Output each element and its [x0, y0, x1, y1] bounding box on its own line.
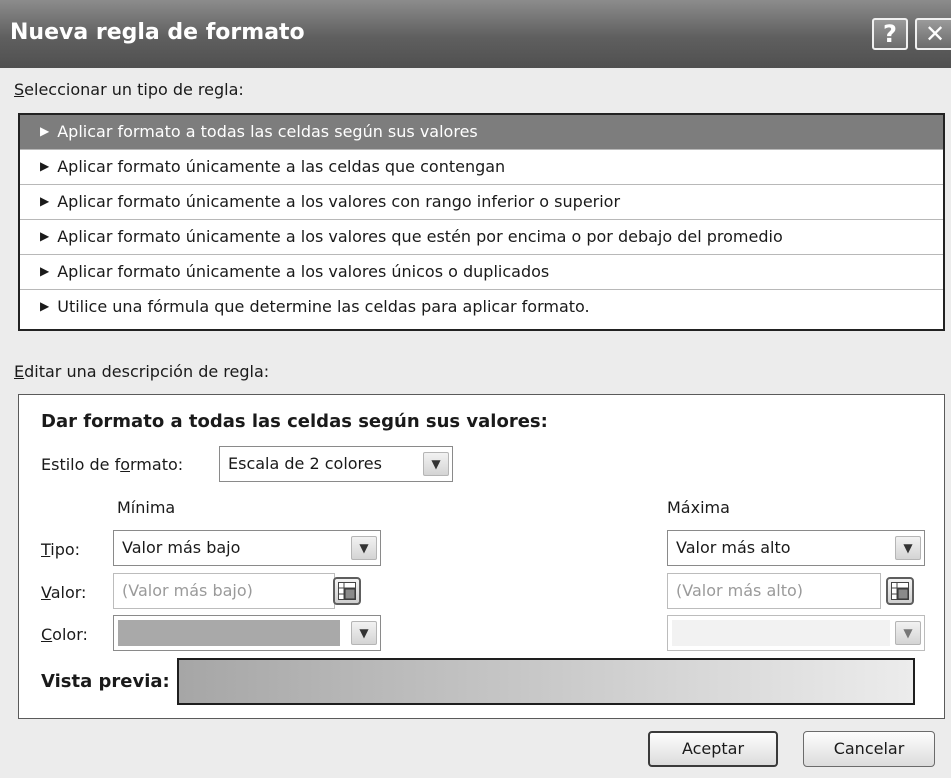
range-select-button[interactable] — [333, 577, 361, 605]
range-select-button[interactable] — [886, 577, 914, 605]
rule-type-item-label: Aplicar formato únicamente a los valores… — [57, 227, 783, 246]
maximum-value-placeholder: (Valor más alto) — [676, 581, 804, 600]
rule-type-item-unique-duplicate[interactable]: ▶ Aplicar formato únicamente a los valore… — [20, 255, 943, 290]
color-label: Color: — [41, 625, 88, 644]
maximum-color-select[interactable]: ▼ — [667, 615, 925, 651]
rule-type-item-label: Aplicar formato a todas las celdas según… — [57, 122, 478, 141]
triangle-right-icon: ▶ — [40, 264, 50, 278]
cancel-button[interactable]: Cancelar — [803, 731, 935, 767]
minimum-value-input[interactable]: (Valor más bajo) — [113, 573, 335, 609]
minimum-color-swatch — [118, 620, 340, 646]
minimum-type-select[interactable]: Valor más bajo ▼ — [113, 530, 381, 566]
rule-description-panel: Dar formato a todas las celdas según sus… — [18, 394, 945, 719]
minimum-type-value: Valor más bajo — [122, 538, 241, 557]
rule-type-item-top-bottom[interactable]: ▶ Aplicar formato únicamente a los valore… — [20, 185, 943, 220]
help-button[interactable]: ? — [872, 18, 908, 50]
chevron-down-icon[interactable]: ▼ — [423, 452, 449, 476]
rule-type-list[interactable]: ▶ Aplicar formato a todas las celdas segú… — [18, 113, 945, 331]
rule-type-item-all-cells[interactable]: ▶ Aplicar formato a todas las celdas segú… — [20, 115, 943, 150]
type-label: Tipo: — [41, 540, 81, 559]
format-style-label: Estilo de formato: — [41, 455, 184, 474]
rule-type-item-label: Aplicar formato únicamente a los valores… — [57, 262, 550, 281]
chevron-down-icon[interactable]: ▼ — [351, 621, 377, 645]
close-icon: ✕ — [924, 20, 946, 48]
rule-type-item-label: Aplicar formato únicamente a las celdas … — [57, 157, 506, 176]
minimum-header: Mínima — [117, 498, 176, 517]
ok-button[interactable]: Aceptar — [648, 731, 778, 767]
new-format-rule-dialog: Nueva regla de formato ? ✕ Seleccionar u… — [0, 0, 951, 778]
triangle-right-icon: ▶ — [40, 299, 50, 313]
description-heading: Dar formato a todas las celdas según sus… — [41, 411, 548, 432]
rule-type-item-above-below-average[interactable]: ▶ Aplicar formato únicamente a los valore… — [20, 220, 943, 255]
rule-type-label: Seleccionar un tipo de regla: — [14, 80, 244, 99]
maximum-type-select[interactable]: Valor más alto ▼ — [667, 530, 925, 566]
format-style-value: Escala de 2 colores — [228, 454, 382, 473]
minimum-value-placeholder: (Valor más bajo) — [122, 581, 253, 600]
rule-type-item-label: Aplicar formato únicamente a los valores… — [57, 192, 621, 211]
chevron-down-icon[interactable]: ▼ — [351, 536, 377, 560]
triangle-right-icon: ▶ — [40, 159, 50, 173]
title-bar[interactable]: Nueva regla de formato ? ✕ — [0, 0, 951, 68]
minimum-color-select[interactable]: ▼ — [113, 615, 381, 651]
rule-description-label: Editar una descripción de regla: — [14, 362, 270, 381]
range-picker-icon — [338, 582, 356, 600]
maximum-color-swatch — [672, 620, 890, 646]
maximum-value-input[interactable]: (Valor más alto) — [667, 573, 881, 609]
maximum-type-value: Valor más alto — [676, 538, 791, 557]
value-label: Valor: — [41, 583, 87, 602]
preview-gradient-bar — [177, 658, 915, 705]
maximum-header: Máxima — [667, 498, 730, 517]
rule-type-item-cells-containing[interactable]: ▶ Aplicar formato únicamente a las celdas… — [20, 150, 943, 185]
minimum-value-field[interactable]: (Valor más bajo) — [113, 573, 381, 609]
triangle-right-icon: ▶ — [40, 194, 50, 208]
triangle-right-icon: ▶ — [40, 124, 50, 138]
dialog-title: Nueva regla de formato — [10, 20, 305, 45]
chevron-down-icon[interactable]: ▼ — [895, 536, 921, 560]
maximum-value-field[interactable]: (Valor más alto) — [667, 573, 925, 609]
triangle-right-icon: ▶ — [40, 229, 50, 243]
format-style-select[interactable]: Escala de 2 colores ▼ — [219, 446, 453, 482]
close-button[interactable]: ✕ — [915, 18, 951, 50]
chevron-down-icon[interactable]: ▼ — [895, 621, 921, 645]
rule-type-item-formula[interactable]: ▶ Utilice una fórmula que determine las c… — [20, 290, 943, 325]
range-picker-icon — [891, 582, 909, 600]
rule-type-item-label: Utilice una fórmula que determine las ce… — [57, 297, 590, 316]
preview-label: Vista previa: — [41, 671, 170, 692]
help-icon: ? — [883, 20, 897, 48]
